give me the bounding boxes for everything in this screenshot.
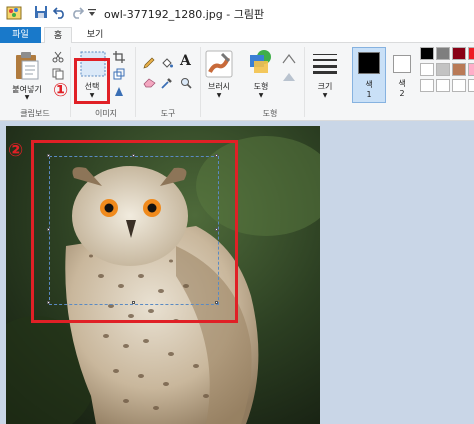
color1-swatch (358, 52, 380, 74)
copy-icon[interactable] (52, 68, 64, 80)
brushes-button[interactable]: 브러시 (201, 81, 237, 92)
window-title: owl-377192_1280.jpg - 그림판 (104, 8, 265, 21)
tools-group-label: 도구 (160, 109, 176, 118)
clipboard-group-label: 클립보드 (20, 109, 50, 118)
palette-swatch[interactable] (436, 63, 450, 76)
paint-app-icon (6, 6, 22, 20)
shapes-button[interactable]: 도형 (244, 81, 278, 92)
group-divider (70, 47, 71, 117)
rotate-icon[interactable] (113, 85, 125, 97)
step1-badge: ① (53, 80, 69, 101)
palette-swatch[interactable] (420, 47, 434, 60)
step2-badge: ② (8, 140, 24, 161)
tab-file[interactable]: 파일 (0, 27, 41, 43)
step2-highlight (31, 140, 238, 323)
eraser-icon[interactable] (143, 77, 156, 88)
tab-home[interactable]: 홈 (44, 27, 72, 43)
magnifier-icon[interactable] (180, 77, 192, 89)
fill-icon[interactable] (161, 57, 173, 69)
palette-swatch[interactable] (468, 47, 474, 60)
customize-quick-access-icon[interactable] (88, 9, 96, 17)
group-divider (304, 47, 305, 117)
undo-icon[interactable] (53, 5, 67, 19)
palette-swatch[interactable] (452, 63, 466, 76)
save-icon[interactable] (34, 5, 48, 19)
color2-label-line1: 색 (398, 79, 406, 88)
color-picker-icon[interactable] (161, 77, 173, 89)
redo-icon[interactable] (70, 5, 84, 19)
color-palette (420, 47, 474, 103)
palette-swatch[interactable] (436, 79, 450, 92)
tab-view[interactable]: 보기 (80, 27, 110, 43)
size-icon[interactable] (312, 52, 338, 74)
palette-swatch[interactable] (468, 79, 474, 92)
color1-button[interactable]: 색 1 (352, 47, 386, 103)
shapes-icon[interactable] (248, 49, 272, 75)
pencil-icon[interactable] (143, 57, 155, 69)
color2-swatch (393, 55, 411, 73)
title-bar: owl-377192_1280.jpg - 그림판 (0, 0, 474, 27)
color1-label-line2: 1 (366, 90, 372, 99)
paste-dropdown-icon[interactable]: ▼ (22, 94, 32, 101)
shapes-dropdown-icon[interactable]: ▼ (256, 92, 266, 99)
size-button[interactable]: 크기 (311, 81, 339, 92)
color1-label-line1: 색 (365, 80, 373, 89)
text-tool-icon[interactable]: A (180, 53, 191, 69)
resize-icon[interactable] (113, 68, 125, 80)
palette-swatch[interactable] (452, 47, 466, 60)
brushes-icon[interactable] (205, 50, 233, 78)
crop-icon[interactable] (113, 51, 125, 63)
size-dropdown-icon[interactable]: ▼ (320, 92, 330, 99)
color2-label-line2: 2 (399, 89, 405, 98)
cut-icon[interactable] (52, 51, 64, 63)
palette-swatch[interactable] (452, 79, 466, 92)
color2-button[interactable]: 색 2 (389, 47, 417, 103)
ribbon-tabs: 파일 홈 보기 (0, 27, 474, 43)
group-divider (135, 47, 136, 117)
step1-highlight (74, 58, 110, 104)
image-group-label: 이미지 (94, 109, 118, 118)
palette-swatch[interactable] (420, 63, 434, 76)
brushes-dropdown-icon[interactable]: ▼ (214, 92, 224, 99)
palette-swatch[interactable] (468, 63, 474, 76)
outline-icon[interactable] (281, 53, 297, 65)
fill-shape-icon[interactable] (281, 71, 297, 83)
shapes-group-label: 도형 (262, 109, 278, 118)
ribbon: 붙여넣기 ▼ 클립보드 선택 ▼ ① 이미지 A 도구 브러시 ▼ 도형 ▼ 도… (0, 43, 474, 121)
palette-swatch[interactable] (436, 47, 450, 60)
palette-swatch[interactable] (420, 79, 434, 92)
paste-icon[interactable] (14, 51, 40, 81)
